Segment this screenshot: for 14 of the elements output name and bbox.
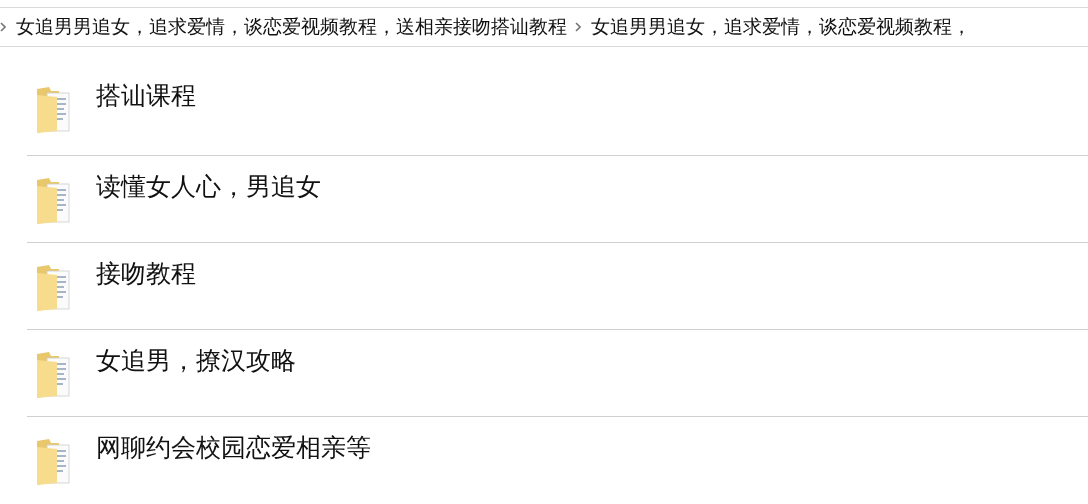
folder-icon[interactable] bbox=[35, 350, 73, 400]
chevron-icon[interactable] bbox=[575, 22, 581, 32]
folder-icon[interactable] bbox=[35, 437, 73, 487]
folder-name[interactable]: 接吻教程 bbox=[96, 259, 196, 289]
chevron-icon[interactable] bbox=[0, 22, 6, 32]
folder-name[interactable]: 网聊约会校园恋爱相亲等 bbox=[96, 433, 371, 463]
folder-name[interactable]: 女追男，撩汉攻略 bbox=[96, 346, 296, 376]
folder-name[interactable]: 读懂女人心，男追女 bbox=[96, 172, 321, 202]
folder-icon[interactable] bbox=[35, 176, 73, 226]
folder-name[interactable]: 搭讪课程 bbox=[96, 81, 196, 111]
breadcrumb-item[interactable]: 女追男男追女，追求爱情，谈恋爱视频教程， bbox=[587, 14, 979, 40]
folder-icon[interactable] bbox=[35, 263, 73, 313]
folder-icon[interactable] bbox=[35, 85, 73, 135]
breadcrumb-item[interactable]: 女追男男追女，追求爱情，谈恋爱视频教程，送相亲接吻搭讪教程 bbox=[12, 14, 575, 40]
